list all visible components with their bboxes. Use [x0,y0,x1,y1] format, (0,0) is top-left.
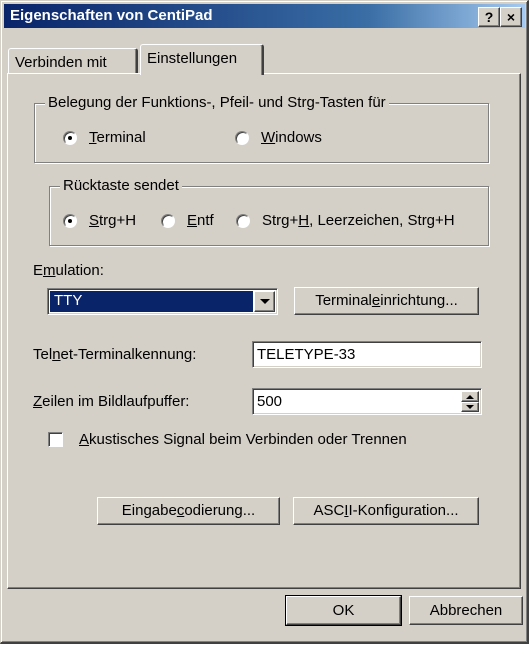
radio-terminal-indicator [63,130,77,145]
scrollback-value: 500 [257,393,283,410]
ascii-config-button[interactable]: ASCII-Konfiguration... [293,497,479,525]
radio-entf-label: Entf [187,212,214,229]
help-button[interactable]: ? [478,7,500,27]
emulation-selected-value: TTY [50,291,253,312]
stepper-down-button[interactable] [461,402,479,412]
title-bar[interactable]: Eigenschaften von CentiPad ? × [4,4,525,28]
close-button[interactable]: × [500,7,522,27]
scrollback-label: Zeilen im Bildlaufpuffer: [33,393,190,410]
telnet-id-input[interactable]: TELETYPE-33 [252,341,482,368]
radio-strg-h-label: Strg+H [89,212,137,229]
arrow-up-icon [466,395,474,399]
chevron-down-icon [260,299,270,304]
radio-windows-label: Windows [261,129,322,146]
radio-terminal-label: Terminal [89,129,146,146]
radio-strg-h-space-indicator [236,213,250,228]
tab-einstellungen[interactable]: Einstellungen [140,44,264,75]
radio-strg-h[interactable]: Strg+H [63,212,136,229]
telnet-label: Telnet-Terminalkennung: [33,346,197,363]
acoustic-signal-label[interactable]: Akustisches Signal beim Verbinden oder T… [79,431,407,448]
window-title: Eigenschaften von CentiPad [10,7,213,24]
radio-strg-h-indicator [63,213,77,228]
emulation-select[interactable]: TTY [47,288,278,315]
key-mapping-legend: Belegung der Funktions-, Pfeil- und Strg… [45,94,389,111]
radio-windows[interactable]: Windows [235,129,322,146]
emulation-dropdown-button[interactable] [254,291,275,312]
radio-entf-indicator [161,213,175,228]
scrollback-stepper[interactable]: 500 [252,388,482,415]
stepper-up-button[interactable] [461,391,479,402]
emulation-label: Emulation: [33,262,104,279]
properties-dialog: Eigenschaften von CentiPad ? × Verbinden… [0,0,529,644]
radio-windows-indicator [235,130,249,145]
tab-label: Verbinden mit [15,54,107,71]
radio-entf[interactable]: Entf [161,212,214,229]
radio-strg-h-space[interactable]: Strg+H, Leerzeichen, Strg+H [236,212,455,229]
arrow-down-icon [466,405,474,409]
acoustic-signal-checkbox[interactable] [48,432,63,447]
tab-verbinden-mit[interactable]: Verbinden mit [8,48,138,74]
input-coding-button[interactable]: Eingabecodierung... [97,497,280,525]
tab-label: Einstellungen [147,50,238,67]
radio-strg-h-space-label: Strg+H, Leerzeichen, Strg+H [262,212,455,229]
ok-button[interactable]: OK [285,595,402,626]
cancel-button[interactable]: Abbrechen [409,596,523,625]
backspace-legend: Rücktaste sendet [60,177,182,194]
terminal-setup-button[interactable]: Terminaleinrichtung... [294,287,479,315]
radio-terminal[interactable]: Terminal [63,129,146,146]
